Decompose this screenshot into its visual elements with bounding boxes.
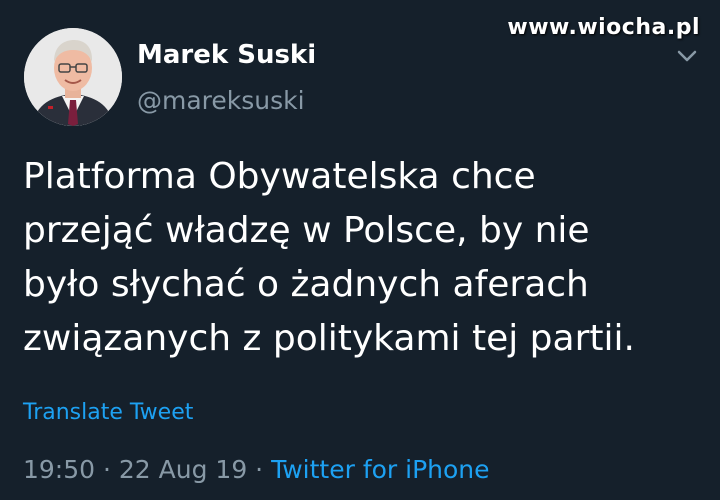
- tweet-time[interactable]: 19:50: [23, 455, 95, 484]
- tweet-text-line: związanych z politykami tej partii.: [23, 318, 635, 359]
- tweet-date[interactable]: 22 Aug 19: [119, 455, 247, 484]
- meta-separator: ·: [95, 455, 119, 484]
- chevron-down-icon[interactable]: [676, 48, 698, 64]
- meta-separator: ·: [247, 455, 272, 484]
- tweet-card: www.wiocha.pl Marek Suski @mareksuski Pl…: [0, 0, 720, 500]
- site-watermark: www.wiocha.pl: [507, 15, 700, 40]
- tweet-text: Platforma Obywatelska chce przejąć władz…: [23, 150, 703, 366]
- translate-tweet-link[interactable]: Translate Tweet: [23, 400, 193, 425]
- tweet-text-line: było słychać o żadnych aferach: [23, 264, 589, 305]
- author-name[interactable]: Marek Suski: [137, 40, 316, 70]
- tweet-text-line: Platforma Obywatelska chce: [23, 156, 536, 197]
- tweet-meta: 19:50 · 22 Aug 19 · Twitter for iPhone: [23, 455, 490, 484]
- tweet-text-line: przejąć władzę w Polsce, by nie: [23, 210, 590, 251]
- avatar-image: [24, 28, 122, 126]
- tweet-source-link[interactable]: Twitter for iPhone: [271, 455, 489, 484]
- author-handle[interactable]: @mareksuski: [137, 86, 305, 115]
- avatar[interactable]: [24, 28, 122, 126]
